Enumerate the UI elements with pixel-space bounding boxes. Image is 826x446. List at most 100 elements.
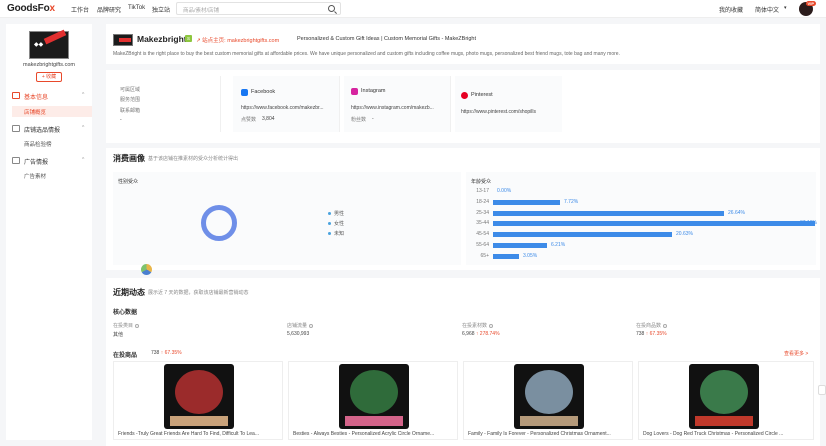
legend-dot [328, 232, 331, 236]
help-icon[interactable] [309, 323, 314, 328]
menu-basic-info[interactable]: 基本信息 ^ [12, 92, 92, 101]
ornament-shape [350, 370, 398, 414]
product-card[interactable]: Family - Family Is Forever - Personalize… [463, 361, 633, 440]
info-icon [12, 92, 20, 99]
age-value-label: 0.00% [497, 188, 512, 194]
people-row [345, 416, 403, 426]
legend-label: 女性 [334, 221, 345, 227]
pinterest-panel [455, 76, 562, 132]
nav-independent-site[interactable]: 独立站 [152, 5, 170, 14]
chevron-up-icon[interactable]: ^ [82, 92, 84, 98]
product-card[interactable]: Besties - Always Besties - Personalized … [288, 361, 458, 440]
app-logo[interactable]: GoodsFox [7, 3, 55, 14]
search-input[interactable]: 商品/素材/店铺 [183, 6, 219, 14]
legend-label: 男性 [334, 211, 345, 217]
top-bar: GoodsFox 工作台 品牌研究 TikTok 独立站 商品/素材/店铺 我的… [0, 0, 826, 18]
shop-logo: ◆◆ [29, 29, 69, 59]
consumer-subtitle: 基于该店铺在推素材的受众分析统计得出 [148, 156, 239, 162]
age-tick-label: 65+ [480, 252, 489, 259]
facebook-url[interactable]: https://www.facebook.com/makezbr... [241, 105, 336, 111]
truck-row [695, 416, 753, 426]
nav-workbench[interactable]: 工作台 [71, 5, 89, 14]
ornament-shape [175, 370, 223, 414]
sub-product-list[interactable]: 商品检验榜 [24, 140, 52, 148]
view-more-link[interactable]: 查看更多 > [784, 350, 808, 357]
instagram-url[interactable]: https://www.instagram.com/makezb... [351, 105, 446, 111]
age-value-label: 7.72% [564, 198, 579, 205]
product-image [339, 364, 409, 429]
help-icon[interactable] [663, 323, 668, 328]
legend-dot [328, 212, 331, 216]
facebook-stat-value: 3,804 [262, 116, 275, 122]
chevron-up-icon[interactable]: ^ [82, 125, 84, 131]
language-select[interactable]: 简体中文 [755, 5, 779, 14]
products-count: 738 ↑ 67.35% [151, 350, 182, 356]
follow-button[interactable]: + 收藏 [36, 72, 62, 82]
product-image [514, 364, 584, 429]
avatar[interactable]: VIP [799, 1, 816, 16]
legend-unknown: 未知 [328, 230, 344, 237]
metric-category-value: 其他 [113, 332, 124, 338]
metric-label: 店铺流量 [287, 323, 308, 329]
nav-tiktok[interactable]: TikTok [128, 5, 145, 11]
metric-category-label: 在投类目 [113, 322, 140, 329]
logo-swash [119, 38, 131, 42]
gender-title: 性别受众 [118, 179, 139, 185]
ad-icon [12, 157, 20, 164]
favorites-link[interactable]: 我的收藏 [719, 5, 743, 14]
legend-female: 女性 [328, 220, 344, 227]
store-name: Makezbright [137, 34, 187, 44]
site-title: Personalized & Custom Gift Ideas | Custo… [297, 36, 477, 42]
site-link[interactable]: ↗ 站点主页: makezbrightgifts.com [196, 36, 279, 44]
metric-label: 在投类目 [113, 323, 134, 329]
product-card[interactable]: Friends -Truly Great Friends Are Hard To… [113, 361, 283, 440]
pinterest-url[interactable]: https://www.pinterest.com/shopills [461, 109, 536, 115]
facebook-panel [233, 76, 340, 132]
metric-traffic-value: 5,630,993 [287, 331, 310, 337]
products-label: 在投商品 [113, 353, 138, 359]
recent-title: 近期动态 [113, 288, 145, 297]
logo-swash [43, 29, 67, 45]
logo-accent: x [49, 3, 55, 14]
age-tick-label: 35-44 [476, 220, 489, 227]
help-icon[interactable] [135, 323, 140, 328]
instagram-stat-value: - [372, 116, 374, 122]
pinterest-icon [461, 92, 468, 99]
chevron-down-icon[interactable]: ▾ [784, 5, 787, 11]
chevron-up-icon[interactable]: ^ [82, 157, 84, 163]
help-icon[interactable] [489, 323, 494, 328]
instagram-icon [351, 88, 358, 95]
people-row [520, 416, 578, 426]
scroll-button[interactable] [818, 385, 826, 395]
vip-badge: VIP [805, 1, 816, 6]
core-data-title: 核心数据 [113, 310, 138, 316]
age-bar [493, 199, 560, 205]
search-icon[interactable] [328, 5, 335, 12]
count-delta: ↑ 67.35% [160, 350, 182, 356]
legend-dot [328, 222, 331, 226]
facebook-stat-label: 点赞数 [241, 117, 257, 123]
sidebar: ◆◆ makezbrightgifts.com + 收藏 基本信息 ^ 店铺概览… [6, 24, 92, 440]
shop-domain: makezbrightgifts.com [23, 62, 75, 68]
store-description: MakeZBright is the right place to buy th… [113, 51, 620, 57]
product-card[interactable]: Dog Lovers - Dog Red Truck Christmas - P… [638, 361, 814, 440]
info-divider [113, 76, 221, 132]
sub-shop-overview[interactable]: 店铺概览 [24, 108, 46, 116]
nav-brand-research[interactable]: 品牌研究 [97, 5, 121, 14]
menu-ad-intel[interactable]: 广告情报 ^ [12, 157, 92, 166]
menu-product-intel[interactable]: 店铺选品情报 ^ [12, 125, 92, 134]
age-value-label: 3.05% [523, 252, 538, 259]
metric-products-value: 738 ↑ 67.35% [636, 331, 667, 337]
sub-ad-creatives[interactable]: 广告素材 [24, 172, 46, 180]
mini-chart-icon [141, 264, 152, 275]
product-name: Besties - Always Besties - Personalized … [293, 431, 435, 437]
metric-delta: ↑ 67.35% [645, 331, 667, 337]
verified-badge: S [185, 35, 192, 42]
label-scope: 服务范围 [120, 97, 141, 103]
count-value: 738 [151, 350, 160, 356]
instagram-stat-label: 粉丝数 [351, 117, 367, 123]
age-bar [493, 210, 724, 216]
search-box[interactable]: 商品/素材/店铺 [176, 2, 341, 15]
metric-creatives-label: 在投素材数 [462, 322, 494, 329]
age-value-label: 20.63% [676, 231, 693, 238]
